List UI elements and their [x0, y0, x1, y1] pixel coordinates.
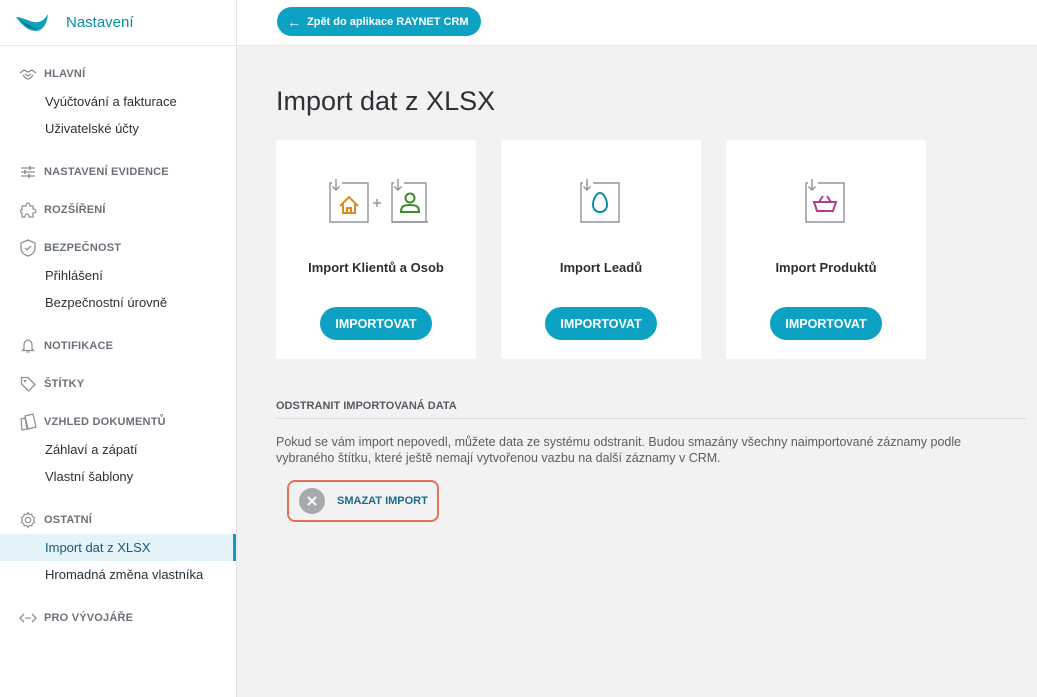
card-import-leadu: Import Leadů IMPORTOVAT: [501, 140, 701, 359]
section-label: ROZŠÍŘENÍ: [44, 204, 106, 216]
page-title: Import dat z XLSX: [276, 86, 496, 116]
raynet-logo-icon[interactable]: [14, 11, 50, 35]
arrow-left-icon: ←: [287, 13, 301, 30]
back-to-app-button[interactable]: ← Zpět do aplikace RAYNET CRM: [277, 7, 481, 36]
sidebar-item-hromadna-zmena-vlastnika[interactable]: Hromadná změna vlastníka: [0, 561, 236, 588]
sidebar-section-ostatni: OSTATNÍ Import dat z XLSX Hromadná změna…: [0, 511, 236, 588]
sidebar-section-bezpecnost: BEZPEČNOST Přihlášení Bezpečnostní úrovn…: [0, 239, 236, 316]
section-label: HLAVNÍ: [44, 68, 86, 80]
person-icon: [391, 179, 428, 223]
section-label: NASTAVENÍ EVIDENCE: [44, 166, 169, 178]
tag-icon: [19, 375, 37, 393]
section-head[interactable]: NOTIFIKACE: [0, 338, 236, 354]
delete-import-label: SMAZAT IMPORT: [337, 495, 428, 507]
shield-icon: [19, 239, 37, 257]
sidebar-section-vzhled-dokumentu: VZHLED DOKUMENTŮ Záhlaví a zápatí Vlastn…: [0, 413, 236, 490]
gear-icon: [19, 511, 37, 529]
section-head[interactable]: BEZPEČNOST: [0, 239, 236, 257]
sidebar: Nastavení HLAVNÍ Vyúčtování a fakturace …: [0, 0, 237, 697]
back-to-app-label: Zpět do aplikace RAYNET CRM: [307, 15, 469, 28]
card-illustration: [501, 178, 701, 224]
sidebar-item-zahlavi-zapati[interactable]: Záhlaví a zápatí: [0, 436, 236, 463]
sidebar-item-vyuctovani[interactable]: Vyúčtování a fakturace: [0, 88, 236, 115]
section-head[interactable]: NASTAVENÍ EVIDENCE: [0, 164, 236, 180]
card-illustration: [276, 178, 476, 224]
section-label: VZHLED DOKUMENTŮ: [44, 416, 166, 428]
card-title: Import Produktů: [775, 260, 877, 275]
sliders-icon: [19, 163, 37, 181]
sidebar-item-import-xlsx[interactable]: Import dat z XLSX: [0, 534, 236, 561]
puzzle-icon: [19, 201, 37, 219]
section-head[interactable]: ROZŠÍŘENÍ: [0, 202, 236, 218]
section-label: ŠTÍTKY: [44, 378, 85, 390]
section-label: BEZPEČNOST: [44, 242, 122, 254]
section-label: NOTIFIKACE: [44, 340, 114, 352]
sidebar-item-prihlaseni[interactable]: Přihlášení: [0, 262, 236, 289]
sidebar-nav: HLAVNÍ Vyúčtování a fakturace Uživatelsk…: [0, 46, 236, 626]
card-illustration: [726, 178, 926, 224]
handshake-icon: [19, 65, 37, 83]
sidebar-section-pro-vyvojare: PRO VÝVOJÁŘE: [0, 610, 236, 626]
section-head[interactable]: VZHLED DOKUMENTŮ: [0, 413, 236, 431]
basket-icon: [805, 179, 845, 223]
brand-title[interactable]: Nastavení: [66, 14, 134, 31]
brand: Nastavení: [0, 0, 236, 46]
documents-icon: [19, 413, 37, 431]
remove-section-description: Pokud se vám import nepovedl, můžete dat…: [276, 435, 962, 465]
house-icon: [329, 179, 369, 223]
egg-icon: [580, 179, 620, 223]
sidebar-section-hlavni: HLAVNÍ Vyúčtování a fakturace Uživatelsk…: [0, 66, 236, 142]
section-head[interactable]: PRO VÝVOJÁŘE: [0, 610, 236, 626]
import-products-button[interactable]: IMPORTOVAT: [770, 307, 882, 340]
sidebar-item-vlastni-sablony[interactable]: Vlastní šablony: [0, 463, 236, 490]
card-title: Import Klientů a Osob: [308, 260, 444, 275]
code-icon: [19, 609, 37, 627]
sidebar-section-nastaveni-evidence: NASTAVENÍ EVIDENCE: [0, 164, 236, 180]
section-head[interactable]: OSTATNÍ: [0, 511, 236, 529]
section-head[interactable]: HLAVNÍ: [0, 66, 236, 82]
sidebar-item-uzivatelske-ucty[interactable]: Uživatelské účty: [0, 115, 236, 142]
sidebar-section-stitky: ŠTÍTKY: [0, 376, 236, 392]
bell-icon: [19, 337, 37, 355]
import-clients-illustration: [329, 179, 428, 223]
sidebar-item-bezpecnostni-urovne[interactable]: Bezpečnostní úrovně: [0, 289, 236, 316]
sidebar-section-notifikace: NOTIFIKACE: [0, 338, 236, 354]
delete-import-button[interactable]: SMAZAT IMPORT: [287, 480, 439, 522]
section-label: OSTATNÍ: [44, 514, 93, 526]
import-clients-button[interactable]: IMPORTOVAT: [320, 307, 432, 340]
card-import-produktu: Import Produktů IMPORTOVAT: [726, 140, 926, 359]
sidebar-section-rozsireni: ROZŠÍŘENÍ: [0, 202, 236, 218]
card-title: Import Leadů: [559, 260, 643, 275]
topbar: ← Zpět do aplikace RAYNET CRM: [237, 0, 1037, 46]
remove-section-heading: ODSTRANIT IMPORTOVANÁ DATA: [276, 400, 1026, 419]
section-label: PRO VÝVOJÁŘE: [44, 612, 134, 624]
import-leads-button[interactable]: IMPORTOVAT: [545, 307, 657, 340]
card-import-klientu: Import Klientů a Osob IMPORTOVAT: [276, 140, 476, 359]
close-icon: [299, 488, 325, 514]
section-head[interactable]: ŠTÍTKY: [0, 376, 236, 392]
